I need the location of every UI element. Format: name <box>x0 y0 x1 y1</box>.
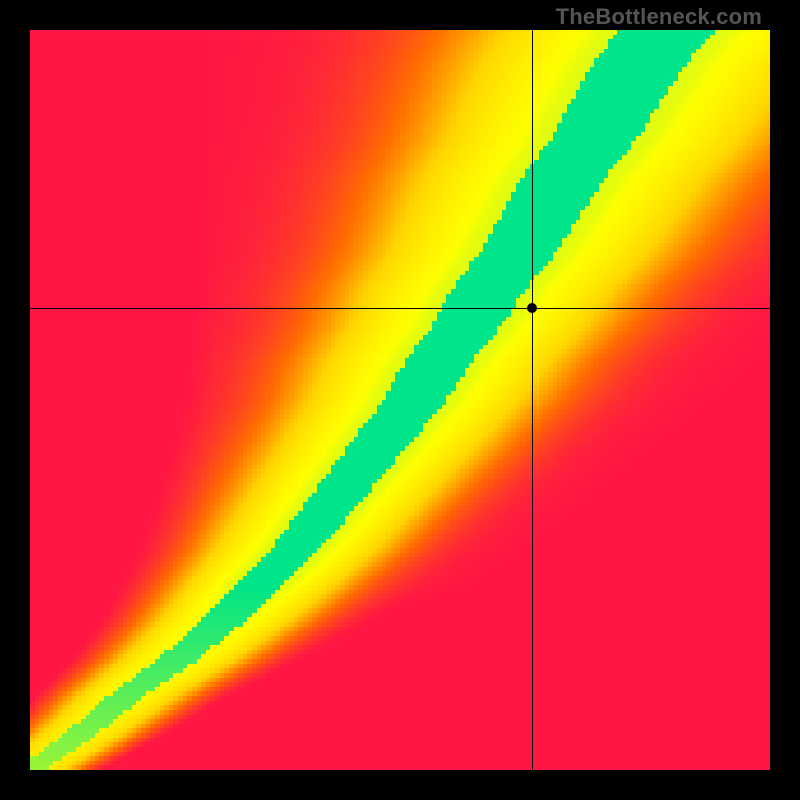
crosshair-vertical <box>532 30 533 770</box>
heatmap-canvas <box>30 30 770 770</box>
chart-frame: TheBottleneck.com <box>0 0 800 800</box>
crosshair-horizontal <box>30 308 770 309</box>
watermark-label: TheBottleneck.com <box>556 4 762 30</box>
selection-marker <box>527 303 537 313</box>
heatmap-plot <box>30 30 770 770</box>
